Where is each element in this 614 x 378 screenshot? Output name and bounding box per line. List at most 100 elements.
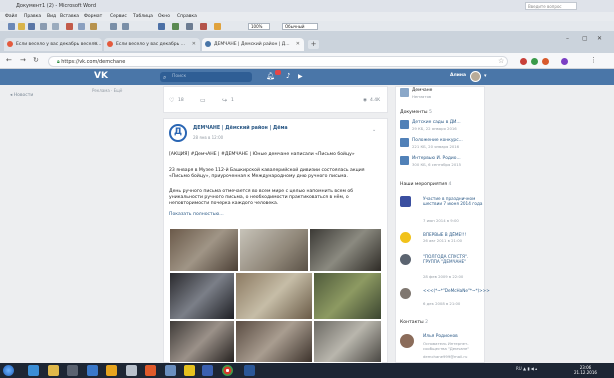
map-icon[interactable]	[214, 22, 221, 30]
app-icon[interactable]	[184, 365, 195, 376]
comment-icon[interactable]: ▭	[200, 97, 206, 104]
star-icon[interactable]: ☆	[498, 57, 504, 65]
tab-1[interactable]: Если весело у вас декабрь весело... ✕	[4, 38, 102, 51]
reload-icon[interactable]: ↻	[33, 56, 39, 64]
ads-link[interactable]: Реклама · Ещё	[92, 88, 122, 93]
excel-icon[interactable]	[172, 22, 179, 30]
doc-title[interactable]: Детские сады в ДИ...	[412, 120, 461, 125]
window-close-icon[interactable]: ✕	[597, 35, 602, 42]
tab-3-active[interactable]: ДЕМЧАНЕ | Демский район | Д... ✕	[202, 38, 304, 51]
post-photo[interactable]	[235, 320, 313, 363]
post-photo[interactable]	[169, 228, 239, 272]
word-icon[interactable]	[244, 365, 255, 376]
documents-header[interactable]: Документы 5	[400, 110, 432, 115]
forward-icon[interactable]: →	[20, 56, 26, 64]
post-author[interactable]: ДЕМЧАНЕ | Дёмский район | Дёма	[193, 126, 288, 131]
post-date[interactable]: 28 янв в 12:00	[193, 135, 223, 140]
style-select[interactable]: Обычный	[282, 22, 318, 30]
post-photo[interactable]	[309, 228, 382, 272]
app-icon[interactable]	[67, 365, 78, 376]
extension-icon[interactable]	[520, 58, 527, 65]
app-icon[interactable]	[165, 365, 176, 376]
word-help-search[interactable]: Введите вопрос	[525, 2, 577, 10]
post-photo[interactable]	[169, 320, 235, 363]
contact-name[interactable]: Илья Родионов	[423, 334, 458, 339]
new-doc-icon[interactable]	[8, 22, 15, 30]
menu-view[interactable]: Вид	[47, 14, 56, 19]
undo-icon[interactable]	[110, 22, 117, 30]
chevron-down-icon[interactable]: ▾	[484, 73, 487, 79]
avatar[interactable]	[400, 334, 414, 348]
event-title[interactable]: ВПЕРВЫЕ В ДЁМЕ!!!	[423, 232, 483, 237]
save-icon[interactable]	[28, 22, 35, 30]
event-title[interactable]: <<<(*~*"DeMcHaNe"*~*)>>>	[423, 288, 490, 293]
chevron-down-icon[interactable]: ⌄	[372, 127, 376, 133]
event-title[interactable]: "ПОЛГОДА СПУСТЯ". ГРУППА "ДЕМЧАНЕ"	[423, 254, 483, 264]
music-icon[interactable]: ♪	[286, 72, 290, 80]
ie-icon[interactable]	[28, 365, 39, 376]
post-photo[interactable]	[235, 272, 313, 320]
menu-table[interactable]: Таблица	[133, 14, 153, 19]
table-icon[interactable]	[158, 22, 165, 30]
post-photo[interactable]	[313, 320, 382, 363]
menu-dots-icon[interactable]: ⋮	[590, 56, 597, 64]
vk-logo[interactable]: VK	[94, 71, 108, 81]
event-title[interactable]: Участие в праздничном шествии 7 июня 201…	[423, 196, 483, 206]
menu-format[interactable]: Формат	[84, 14, 102, 19]
minimize-icon[interactable]: –	[566, 35, 569, 42]
play-icon[interactable]: ▶	[298, 73, 303, 80]
app-icon[interactable]	[202, 365, 213, 376]
user-name[interactable]: Алина	[450, 73, 466, 78]
firefox-icon[interactable]	[145, 365, 156, 376]
columns-icon[interactable]	[186, 22, 193, 30]
post-photo[interactable]	[169, 272, 235, 320]
extension-icon[interactable]	[542, 58, 549, 65]
drawing-icon[interactable]	[200, 22, 207, 30]
menu-file[interactable]: Файл	[5, 14, 17, 19]
show-more-link[interactable]: Показать полностью...	[169, 212, 381, 218]
group-logo[interactable]: Д	[169, 124, 187, 142]
menu-insert[interactable]: Вставка	[60, 14, 79, 19]
redo-icon[interactable]	[122, 22, 129, 30]
open-icon[interactable]	[18, 22, 25, 30]
share-icon[interactable]: ↪	[222, 97, 227, 104]
post-photo[interactable]	[239, 228, 309, 272]
folder-icon[interactable]	[48, 365, 59, 376]
app-icon[interactable]	[126, 365, 137, 376]
menu-tools[interactable]: Сервис	[110, 14, 127, 19]
new-tab-button[interactable]: +	[308, 40, 319, 49]
close-icon[interactable]: ✕	[94, 41, 98, 47]
event-image[interactable]	[400, 196, 411, 207]
event-image[interactable]	[400, 232, 411, 243]
heart-icon[interactable]: ♡	[169, 97, 174, 104]
event-image[interactable]	[400, 254, 411, 265]
menu-window[interactable]: Окно	[158, 14, 170, 19]
close-icon[interactable]: ✕	[296, 41, 300, 47]
app-icon[interactable]	[106, 365, 117, 376]
address-bar[interactable]: 🔒︎ https://vk.com/demchane	[48, 56, 508, 67]
avatar[interactable]	[470, 71, 481, 82]
vk-search-input[interactable]: ⌕ Поиск	[160, 72, 252, 82]
menu-help[interactable]: Справка	[177, 14, 197, 19]
system-tray[interactable]: RU ▲ ▮ ◀ ▴	[516, 366, 537, 371]
cut-icon[interactable]	[66, 22, 73, 30]
event-image[interactable]	[400, 288, 411, 299]
preview-icon[interactable]	[52, 22, 59, 30]
paste-icon[interactable]	[90, 22, 97, 30]
clock[interactable]: 23:06 21.12.2016	[574, 365, 597, 375]
doc-title[interactable]: Интервью И. Родио...	[412, 156, 461, 161]
doc-title[interactable]: Положение конкурс...	[412, 138, 463, 143]
profile-icon[interactable]	[561, 58, 568, 65]
zoom-select[interactable]: 100%	[248, 22, 270, 30]
extension-icon[interactable]	[531, 58, 538, 65]
close-icon[interactable]: ✕	[192, 41, 196, 47]
sidebar-item-title[interactable]: Демчане	[412, 88, 432, 93]
events-header[interactable]: Наши мероприятия 4	[400, 182, 451, 187]
maximize-icon[interactable]: ▢	[582, 35, 588, 42]
bell-icon[interactable]: 🔔︎	[266, 72, 275, 80]
contacts-header[interactable]: Контакты 2	[400, 320, 428, 325]
nav-item-news[interactable]: Новости	[14, 93, 34, 98]
app-icon[interactable]	[87, 365, 98, 376]
menu-edit[interactable]: Правка	[24, 14, 41, 19]
chrome-icon[interactable]	[222, 365, 233, 376]
